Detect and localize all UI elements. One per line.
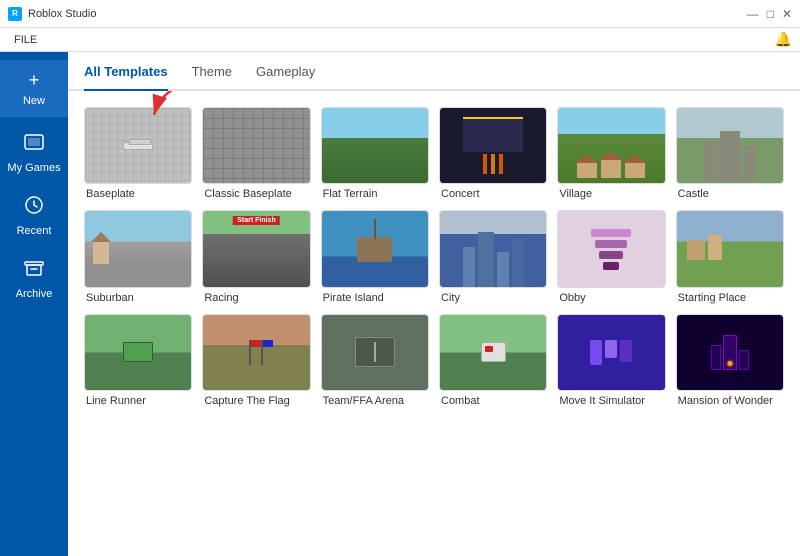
sidebar-item-archive[interactable]: Archive [0, 247, 68, 310]
template-classic-baseplate[interactable]: Classic Baseplate [202, 107, 310, 200]
capture-the-flag-thumb [202, 314, 310, 391]
racing-thumb: Start Finish [202, 210, 310, 287]
village-thumb [557, 107, 665, 184]
racing-label: Racing [202, 292, 310, 304]
archive-icon [23, 257, 45, 284]
mansion-of-wonder-label: Mansion of Wonder [676, 395, 784, 407]
baseplate-thumb [84, 107, 192, 184]
capture-the-flag-label: Capture The Flag [202, 395, 310, 407]
app-title: Roblox Studio [28, 8, 97, 20]
templates-grid: Baseplate Classic Baseplate Flat Terrain [68, 91, 800, 556]
maximize-button[interactable]: □ [767, 7, 774, 21]
concert-label: Concert [439, 188, 547, 200]
my-games-icon [23, 131, 45, 158]
template-obby[interactable]: Obby [557, 210, 665, 303]
mansion-of-wonder-thumb [676, 314, 784, 391]
template-suburban[interactable]: Suburban [84, 210, 192, 303]
sidebar-item-recent[interactable]: Recent [0, 184, 68, 247]
template-flat-terrain[interactable]: Flat Terrain [321, 107, 429, 200]
flat-terrain-thumb [321, 107, 429, 184]
starting-place-thumb [676, 210, 784, 287]
my-games-label: My Games [7, 162, 60, 174]
template-city[interactable]: City [439, 210, 547, 303]
tab-all-templates[interactable]: All Templates [84, 64, 168, 91]
template-move-it-simulator[interactable]: Move It Simulator [557, 314, 665, 407]
line-runner-thumb [84, 314, 192, 391]
menu-bar: FILE 🔔 [0, 28, 800, 52]
flat-terrain-label: Flat Terrain [321, 188, 429, 200]
new-label: New [23, 95, 45, 107]
castle-thumb [676, 107, 784, 184]
plus-icon: + [29, 70, 40, 91]
suburban-thumb [84, 210, 192, 287]
app-icon: R [8, 7, 22, 21]
minimize-button[interactable]: — [747, 7, 759, 21]
concert-thumb [439, 107, 547, 184]
title-bar: R Roblox Studio — □ ✕ [0, 0, 800, 28]
obby-thumb [557, 210, 665, 287]
template-baseplate[interactable]: Baseplate [84, 107, 192, 200]
sidebar-item-new[interactable]: + New [0, 60, 68, 117]
template-combat[interactable]: Combat [439, 314, 547, 407]
content-area: All Templates Theme Gameplay [68, 52, 800, 556]
template-castle[interactable]: Castle [676, 107, 784, 200]
line-runner-label: Line Runner [84, 395, 192, 407]
template-racing[interactable]: Start Finish Racing [202, 210, 310, 303]
combat-label: Combat [439, 395, 547, 407]
main-layout: + New My Games Recent [0, 52, 800, 556]
starting-place-label: Starting Place [676, 292, 784, 304]
combat-thumb [439, 314, 547, 391]
pirate-island-thumb [321, 210, 429, 287]
archive-label: Archive [16, 288, 53, 300]
template-pirate-island[interactable]: Pirate Island [321, 210, 429, 303]
template-starting-place[interactable]: Starting Place [676, 210, 784, 303]
recent-label: Recent [17, 225, 52, 237]
baseplate-label: Baseplate [84, 188, 192, 200]
file-menu[interactable]: FILE [8, 34, 43, 46]
classic-baseplate-label: Classic Baseplate [202, 188, 310, 200]
window-controls[interactable]: — □ ✕ [747, 7, 792, 21]
tabs-bar: All Templates Theme Gameplay [68, 52, 800, 91]
template-capture-the-flag[interactable]: Capture The Flag [202, 314, 310, 407]
village-label: Village [557, 188, 665, 200]
team-ffa-arena-thumb [321, 314, 429, 391]
move-it-simulator-label: Move It Simulator [557, 395, 665, 407]
move-it-simulator-thumb [557, 314, 665, 391]
template-line-runner[interactable]: Line Runner [84, 314, 192, 407]
classic-baseplate-thumb [202, 107, 310, 184]
tab-gameplay[interactable]: Gameplay [256, 64, 315, 91]
sidebar: + New My Games Recent [0, 52, 68, 556]
template-team-ffa-arena[interactable]: Team/FFA Arena [321, 314, 429, 407]
tab-theme[interactable]: Theme [192, 64, 232, 91]
template-concert[interactable]: Concert [439, 107, 547, 200]
obby-label: Obby [557, 292, 665, 304]
template-mansion-of-wonder[interactable]: Mansion of Wonder [676, 314, 784, 407]
team-ffa-arena-label: Team/FFA Arena [321, 395, 429, 407]
sidebar-item-my-games[interactable]: My Games [0, 121, 68, 184]
city-label: City [439, 292, 547, 304]
close-button[interactable]: ✕ [782, 7, 792, 21]
city-thumb [439, 210, 547, 287]
suburban-label: Suburban [84, 292, 192, 304]
castle-label: Castle [676, 188, 784, 200]
notification-bell[interactable]: 🔔 [775, 31, 792, 48]
pirate-island-label: Pirate Island [321, 292, 429, 304]
template-village[interactable]: Village [557, 107, 665, 200]
recent-icon [23, 194, 45, 221]
